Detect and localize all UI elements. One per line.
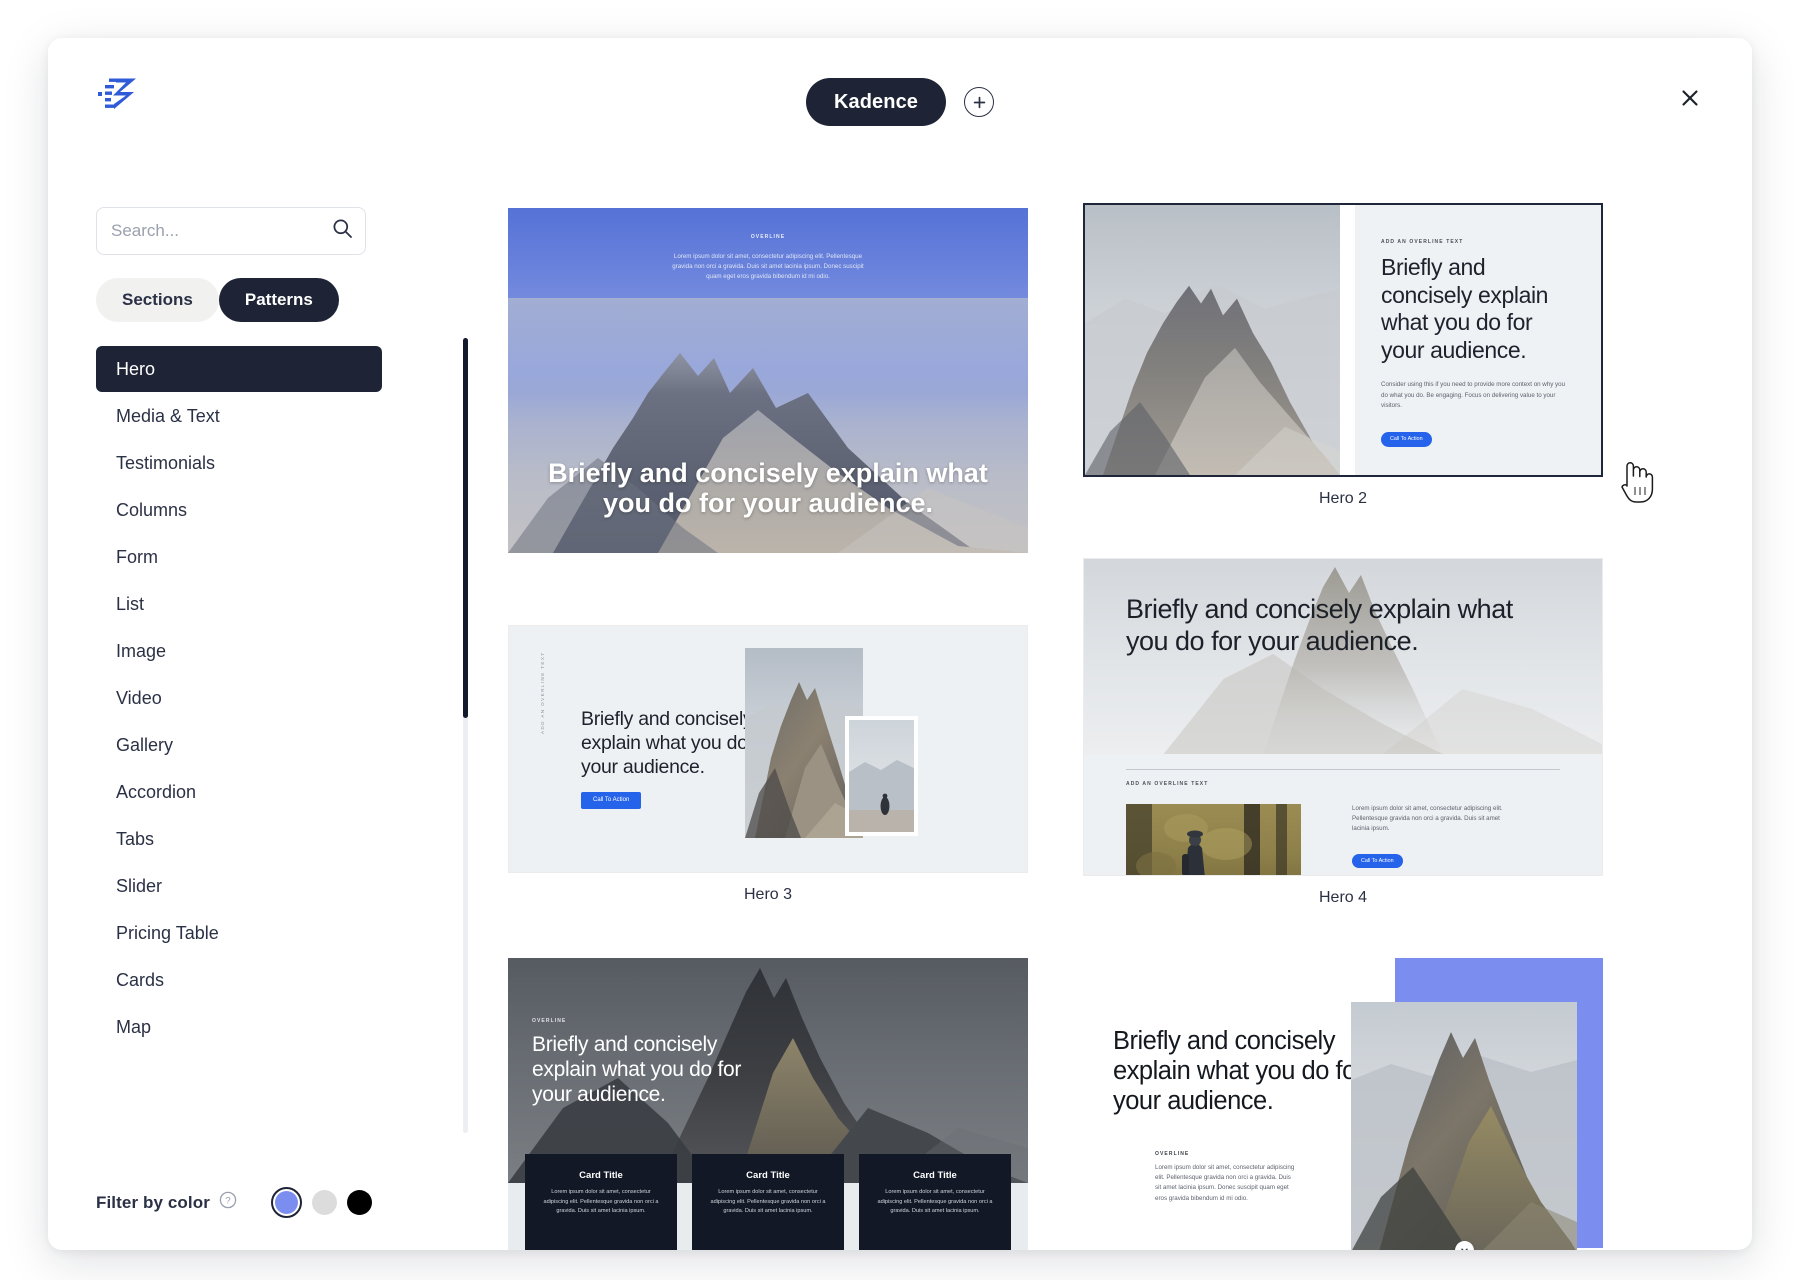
sidebar: Sections Patterns HeroMedia & TextTestim… (48, 158, 468, 1250)
preview-cta-button[interactable]: Call To Action (1381, 432, 1432, 447)
sidebar-item-tabs[interactable]: Tabs (96, 816, 382, 862)
pattern-card-hero-6[interactable]: Briefly and concisely explain what you d… (1083, 958, 1603, 1250)
sidebar-item-columns[interactable]: Columns (96, 487, 382, 533)
preview-overline: ADD AN OVERLINE TEXT (1126, 781, 1209, 787)
search-icon (332, 218, 353, 244)
pattern-preview-hero-5[interactable]: OVERLINE Briefly and concisely explain w… (508, 958, 1028, 1250)
preview-card: Card Title Lorem ipsum dolor sit amet, c… (692, 1154, 844, 1250)
sidebar-item-hero[interactable]: Hero (96, 346, 382, 392)
card-title: Card Title (579, 1170, 623, 1181)
sidebar-scrollbar-thumb[interactable] (463, 338, 468, 718)
preview-cta-wrap: Call To Action (581, 788, 642, 810)
pattern-card-hero-1[interactable]: OVERLINE Lorem ipsum dolor sit amet, con… (508, 208, 1028, 553)
filter-by-color-label: Filter by color (96, 1192, 210, 1212)
pattern-grid: OVERLINE Lorem ipsum dolor sit amet, con… (508, 158, 1752, 1250)
pattern-library-modal: Kadence Search... Sections Patterns Hero… (48, 38, 1752, 1250)
color-swatch-light-gray[interactable] (311, 1190, 337, 1215)
sidebar-item-slider[interactable]: Slider (96, 863, 382, 909)
sidebar-scrollbar-track[interactable] (463, 338, 468, 1133)
preview-overline: OVERLINE (750, 234, 786, 240)
filter-by-color: Filter by color ? (96, 1187, 386, 1218)
header-tab-group: Kadence (48, 78, 1752, 126)
sidebar-item-cards[interactable]: Cards (96, 957, 382, 1003)
sidebar-item-media-text[interactable]: Media & Text (96, 393, 382, 439)
mountain-photo (1085, 205, 1340, 475)
add-icon[interactable] (964, 87, 995, 117)
category-list: Hero Media & Text Testimonials Columns Form L… (96, 346, 382, 1051)
pattern-name: Hero 4 (1318, 889, 1368, 906)
preview-card: Card Title Lorem ipsum dolor sit amet, c… (525, 1154, 677, 1250)
preview-headline: Briefly and concisely explain what you d… (548, 457, 988, 518)
help-icon[interactable]: ? (219, 1191, 237, 1214)
preview-cta-button[interactable]: Call To Action (1352, 854, 1403, 869)
preview-body: Consider using this if you need to provi… (1381, 381, 1566, 409)
card-body: Lorem ipsum dolor sit amet, consectetur … (543, 1189, 659, 1214)
pattern-preview-hero-4[interactable]: Briefly and concisely explain what you d… (1083, 558, 1603, 876)
preview-cta-wrap: Call To Action (1381, 427, 1575, 447)
preview-overline: OVERLINE (1155, 1151, 1190, 1157)
pattern-card-hero-4[interactable]: Briefly and concisely explain what you d… (1083, 558, 1603, 907)
segment-patterns[interactable]: Patterns (218, 278, 339, 323)
pattern-preview-hero-2[interactable]: ADD AN OVERLINE TEXT Briefly and concise… (1083, 203, 1603, 477)
forest-hiker-photo (1126, 804, 1301, 875)
preview-cta-button[interactable]: Call To Action (581, 792, 642, 810)
sidebar-item-video[interactable]: Video (96, 675, 382, 721)
pattern-label-hero-4: Hero 4 (1083, 889, 1603, 907)
content-type-toggle: Sections Patterns (96, 278, 339, 323)
color-swatch-group (270, 1187, 372, 1218)
card-body: Lorem ipsum dolor sit amet, consectetur … (710, 1189, 826, 1214)
segment-sections[interactable]: Sections (96, 278, 219, 323)
preview-headline: Briefly and concisely explain what you d… (1381, 254, 1549, 363)
pattern-preview-hero-1[interactable]: OVERLINE Lorem ipsum dolor sit amet, con… (508, 208, 1028, 553)
modal-header: Kadence (48, 38, 1752, 158)
pattern-label-hero-2: Hero 2 (1083, 490, 1603, 508)
preview-headline: Briefly and concisely explain what you d… (1113, 1027, 1364, 1116)
sidebar-item-accordion[interactable]: Accordion (96, 769, 382, 815)
mountain-photo-secondary (845, 716, 918, 836)
pattern-label-hero-3: Hero 3 (508, 886, 1028, 904)
svg-text:?: ? (225, 1196, 230, 1207)
preview-headline: Briefly and concisely explain what you d… (532, 1033, 742, 1107)
preview-overline: ADD AN OVERLINE TEXT (1381, 239, 1464, 245)
close-icon[interactable] (1672, 80, 1708, 116)
pattern-preview-hero-3[interactable]: ADD AN OVERLINE TEXT Briefly and concise… (508, 625, 1028, 873)
sidebar-item-list[interactable]: List (96, 581, 382, 627)
card-title: Card Title (746, 1170, 790, 1181)
preview-vertical-overline: ADD AN OVERLINE TEXT (540, 651, 545, 734)
preview-headline: Briefly and concisely explain what you d… (1126, 594, 1513, 656)
pattern-name: Hero 3 (743, 886, 793, 903)
sidebar-item-gallery[interactable]: Gallery (96, 722, 382, 768)
divider (1126, 769, 1560, 770)
preview-cta-wrap: Call To Action (1352, 849, 1403, 869)
sidebar-item-form[interactable]: Form (96, 534, 382, 580)
search-input[interactable] (111, 221, 332, 241)
sidebar-item-map[interactable]: Map (96, 1004, 382, 1050)
pattern-preview-hero-6[interactable]: Briefly and concisely explain what you d… (1083, 958, 1603, 1250)
pattern-card-hero-3[interactable]: ADD AN OVERLINE TEXT Briefly and concise… (508, 625, 1028, 904)
preview-body: Lorem ipsum dolor sit amet, consectetur … (1352, 805, 1503, 833)
preview-body: Lorem ipsum dolor sit amet, consectetur … (672, 253, 864, 281)
sidebar-item-image[interactable]: Image (96, 628, 382, 674)
preview-text-panel: ADD AN OVERLINE TEXT Briefly and concise… (1355, 205, 1601, 475)
preview-body: Lorem ipsum dolor sit amet, consectetur … (1155, 1164, 1295, 1202)
preview-card: Card Title Lorem ipsum dolor sit amet, c… (859, 1154, 1011, 1250)
card-title: Card Title (913, 1170, 957, 1181)
search-field[interactable] (96, 207, 366, 255)
sidebar-item-testimonials[interactable]: Testimonials (96, 440, 382, 486)
sidebar-item-pricing-table[interactable]: Pricing Table (96, 910, 382, 956)
preview-overline: OVERLINE (532, 1018, 567, 1024)
color-swatch-black[interactable] (346, 1190, 372, 1215)
pattern-card-hero-2[interactable]: ADD AN OVERLINE TEXT Briefly and concise… (1083, 203, 1603, 508)
card-body: Lorem ipsum dolor sit amet, consectetur … (877, 1189, 993, 1214)
pattern-name: Hero 2 (1318, 490, 1368, 507)
mountain-photo (1351, 1002, 1577, 1250)
pattern-card-hero-5[interactable]: OVERLINE Briefly and concisely explain w… (508, 958, 1028, 1250)
tab-kadence[interactable]: Kadence (805, 78, 947, 126)
color-swatch-blue[interactable] (270, 1187, 302, 1218)
